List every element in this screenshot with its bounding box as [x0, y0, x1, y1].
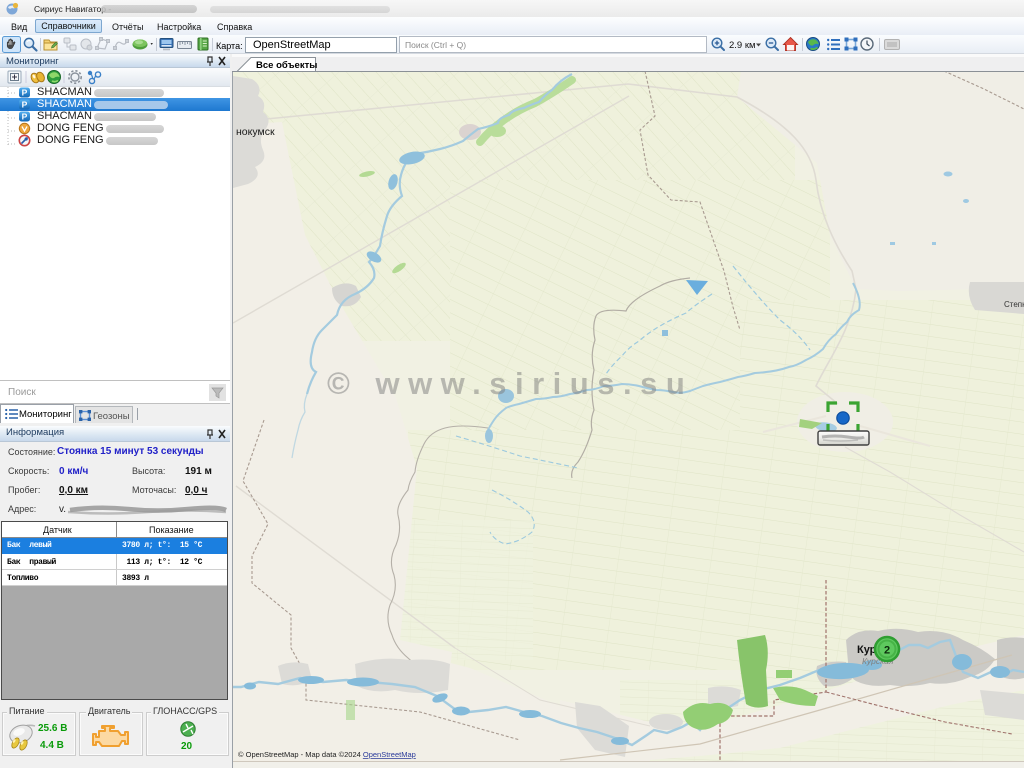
- svg-text:P: P: [22, 88, 28, 98]
- svg-text:Степн: Степн: [1004, 300, 1024, 309]
- svg-text:Кур: Кур: [857, 644, 877, 656]
- svg-text:P: P: [22, 112, 28, 122]
- svg-text:© www.sirius.su: © www.sirius.su: [327, 366, 693, 401]
- svg-text:P: P: [22, 100, 28, 110]
- svg-text:© OpenStreetMap - Map data ©20: © OpenStreetMap - Map data ©2024 OpenStr…: [238, 750, 416, 759]
- svg-text:Все объекты: Все объекты: [256, 60, 317, 71]
- svg-text:2: 2: [884, 645, 890, 657]
- svg-text:нокумск: нокумск: [236, 126, 275, 138]
